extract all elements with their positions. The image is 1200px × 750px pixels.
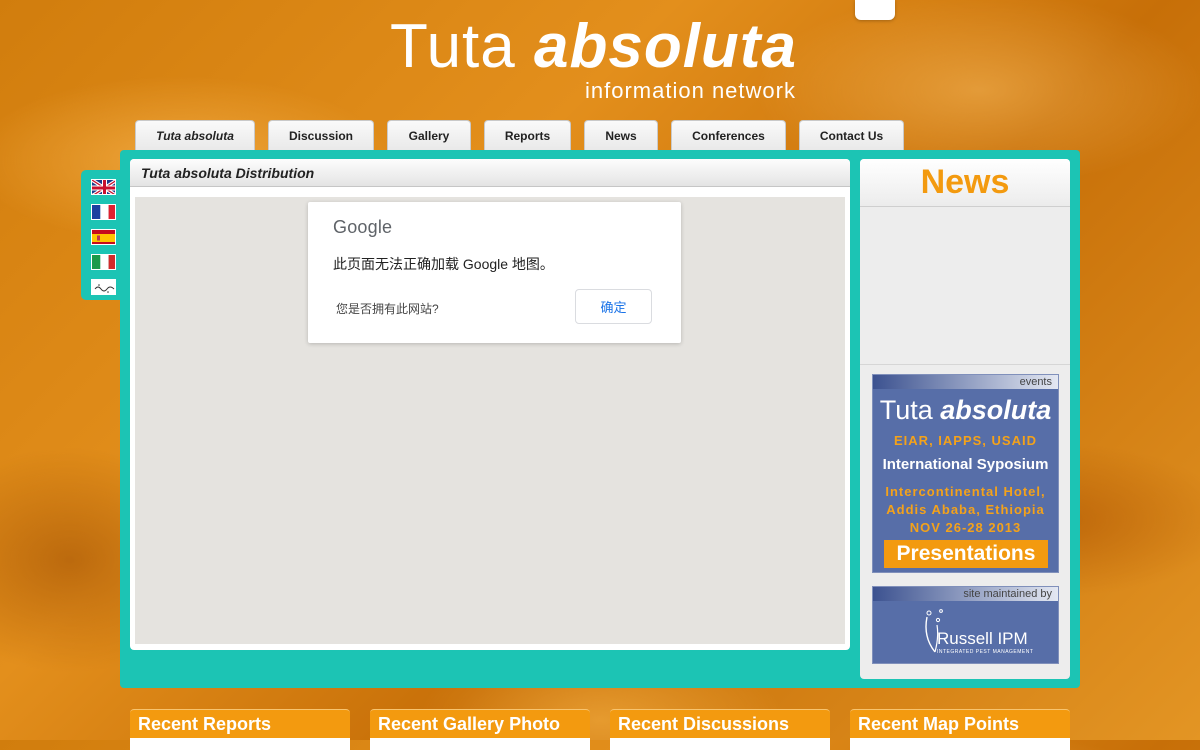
maintainer-banner[interactable]: site maintained by Russell IPM INTEGRATE… — [872, 586, 1059, 664]
news-divider — [860, 364, 1070, 365]
russell-name: Russell IPM — [937, 629, 1028, 648]
tab-news[interactable]: News — [584, 120, 658, 150]
arabic-flag-icon[interactable] — [91, 279, 116, 295]
french-flag-icon[interactable] — [91, 204, 116, 220]
tab-conferences[interactable]: Conferences — [671, 120, 786, 150]
tab-tuta-absoluta[interactable]: Tuta absoluta — [135, 120, 255, 150]
events-name: International Syposium — [882, 456, 1049, 473]
english-flag-icon[interactable] — [91, 179, 116, 195]
italian-flag-icon[interactable] — [91, 254, 116, 270]
logo-subtitle: information network — [585, 78, 796, 103]
recent-map-points-tab[interactable]: Recent Map Points — [850, 709, 1070, 750]
site-logo[interactable]: Tuta absoluta information network — [390, 12, 810, 107]
presentations-button[interactable]: Presentations — [884, 540, 1048, 568]
logo-title-word1: Tuta — [390, 12, 516, 81]
google-logo: Google — [333, 217, 393, 237]
distribution-map-box: Tuta absoluta Distribution Google 此页面无法正… — [130, 159, 850, 650]
russell-ipm-logo: Russell IPM INTEGRATED PEST MANAGEMENT — [917, 607, 1037, 657]
news-title: News — [920, 163, 1010, 201]
map-header: Tuta absoluta Distribution — [130, 159, 850, 187]
recent-map-points-label: Recent Map Points — [858, 714, 1020, 734]
map-error-message: 此页面无法正确加载 Google 地图。 — [333, 256, 554, 272]
top-handle — [855, 0, 895, 20]
events-dates: NOV 26-28 2013 — [909, 520, 1022, 535]
logo-title: Tuta absoluta — [390, 12, 797, 82]
recent-gallery-label: Recent Gallery Photo — [378, 714, 561, 734]
language-bar — [81, 170, 120, 300]
recent-discussions-label: Recent Discussions — [618, 714, 790, 734]
events-title-word1: Tuta — [879, 395, 933, 425]
recent-reports-tab[interactable]: Recent Reports — [130, 709, 350, 750]
map-title: Tuta absoluta Distribution — [141, 165, 315, 181]
events-banner[interactable]: events Tuta absoluta EIAR, IAPPS, USAID … — [872, 374, 1059, 573]
news-header: News — [860, 159, 1070, 207]
recent-gallery-tab[interactable]: Recent Gallery Photo — [370, 709, 590, 750]
site-owner-question: 您是否拥有此网站? — [336, 302, 439, 316]
recent-reports-label: Recent Reports — [138, 714, 272, 734]
tab-gallery[interactable]: Gallery — [387, 120, 471, 150]
news-sidebar: News events Tuta absoluta EIAR, IAPPS, U… — [860, 159, 1070, 679]
events-venue-line1: Intercontinental Hotel, — [885, 484, 1046, 499]
main-nav: Tuta absoluta Discussion Gallery Reports… — [0, 120, 1200, 150]
events-sponsors: EIAR, IAPPS, USAID — [894, 433, 1037, 448]
ok-button[interactable]: 确定 — [575, 289, 652, 324]
russell-tagline: INTEGRATED PEST MANAGEMENT — [937, 649, 1034, 655]
recent-discussions-tab[interactable]: Recent Discussions — [610, 709, 830, 750]
map-error-dialog: Google 此页面无法正确加载 Google 地图。 您是否拥有此网站? 确定 — [308, 202, 681, 343]
maintainer-tag: site maintained by — [873, 587, 1058, 601]
events-title: Tuta absoluta — [873, 395, 1058, 426]
spanish-flag-icon[interactable] — [91, 229, 116, 245]
logo-title-word2: absoluta — [534, 12, 797, 81]
events-venue-line2: Addis Ababa, Ethiopia — [886, 502, 1045, 517]
tab-contact-us[interactable]: Contact Us — [799, 120, 904, 150]
events-title-word2: absoluta — [940, 395, 1052, 425]
google-map[interactable]: Google 此页面无法正确加载 Google 地图。 您是否拥有此网站? 确定 — [135, 197, 845, 644]
tab-reports[interactable]: Reports — [484, 120, 571, 150]
tab-discussion[interactable]: Discussion — [268, 120, 374, 150]
events-tag: events — [873, 375, 1058, 389]
